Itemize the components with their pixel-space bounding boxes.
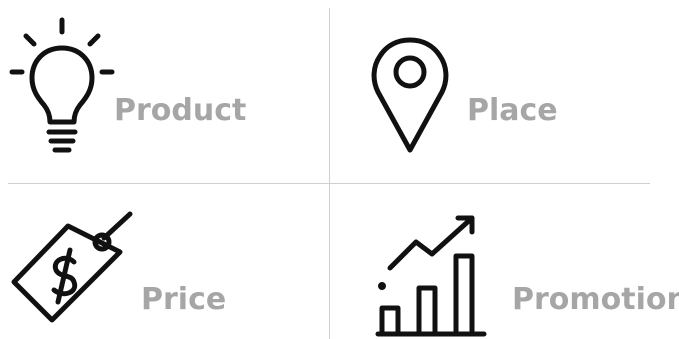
- growth-chart-icon: [375, 214, 492, 337]
- quadrant-label-product: Product: [114, 93, 247, 128]
- lightbulb-icon: [8, 16, 116, 156]
- map-pin-icon: [370, 36, 450, 156]
- quadrant-place: Place: [330, 0, 679, 183]
- quadrant-label-promotion: Promotion: [512, 282, 679, 317]
- quadrant-label-place: Place: [467, 93, 558, 128]
- quadrant-label-price: Price: [141, 282, 227, 317]
- quadrant-promotion: Promotion: [330, 184, 679, 339]
- quadrant-product: Product: [0, 0, 329, 183]
- quadrant-price: Price: [0, 184, 329, 339]
- marketing-mix-grid: Product Place Price Promotion: [0, 0, 679, 339]
- price-tag-icon: [8, 210, 138, 328]
